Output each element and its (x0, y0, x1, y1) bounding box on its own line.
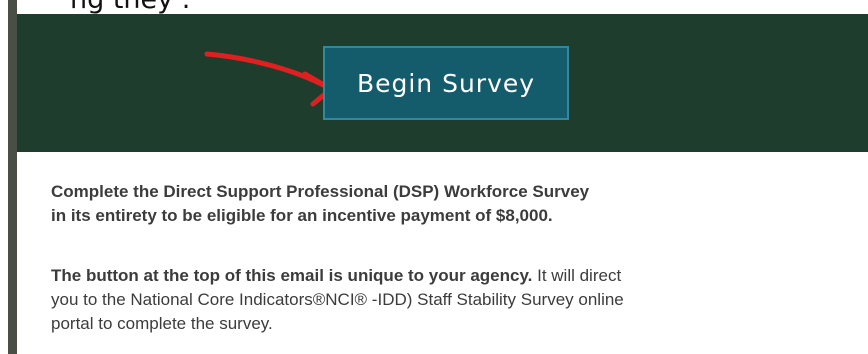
unique-link-line-1-rest: It will direct (532, 266, 622, 285)
begin-survey-button[interactable]: Begin Survey (323, 46, 569, 120)
incentive-line-1: Complete the Direct Support Professional… (51, 182, 590, 201)
clipped-header-text: ng they . (70, 0, 190, 14)
unique-link-bold-text: The button at the top of this email is u… (51, 266, 533, 285)
left-border-bar (8, 0, 17, 354)
incentive-line-2: in its entirety to be eligible for an in… (51, 206, 553, 225)
unique-link-line-3: portal to complete the survey. (51, 314, 273, 333)
incentive-paragraph: Complete the Direct Support Professional… (51, 180, 841, 228)
unique-link-paragraph: The button at the top of this email is u… (51, 264, 841, 336)
email-view: ng they . Begin Survey Complete the Dire… (0, 0, 868, 354)
email-body: Complete the Direct Support Professional… (17, 152, 868, 354)
unique-link-line-1: The button at the top of this email is u… (51, 264, 841, 288)
unique-link-line-2: you to the National Core Indicators®NCI®… (51, 290, 624, 309)
red-arrow-icon (204, 51, 334, 107)
